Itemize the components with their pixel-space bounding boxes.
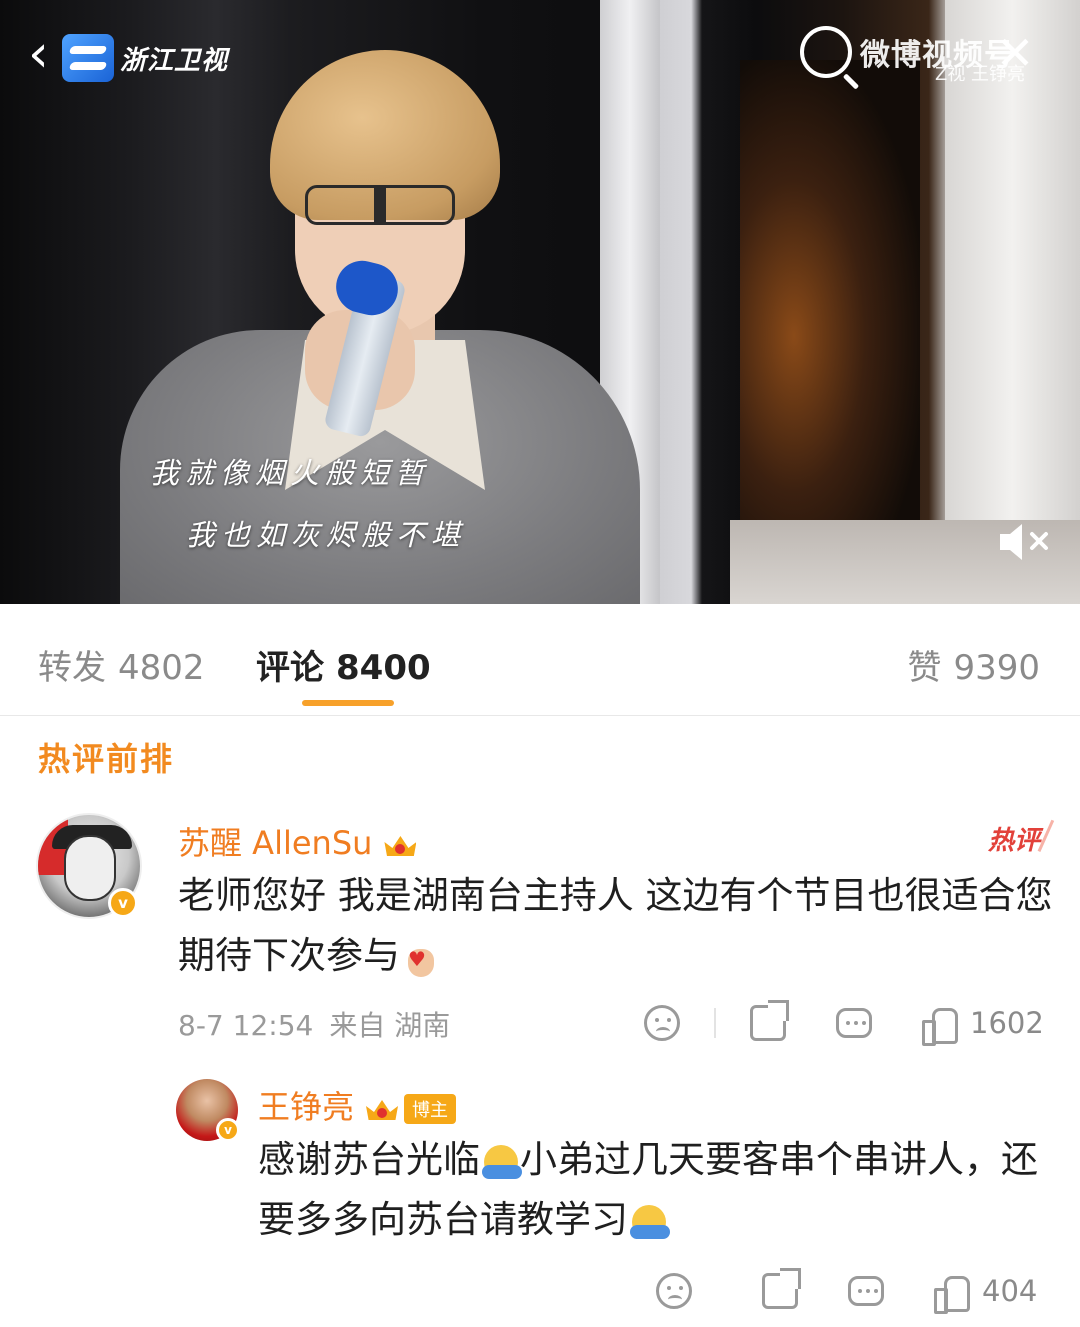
- crown-icon: [364, 1094, 400, 1124]
- comment-actions: 404: [652, 1266, 1050, 1316]
- channel-name: 浙江卫视: [120, 45, 229, 76]
- dislike-button[interactable]: [644, 998, 680, 1048]
- share-button[interactable]: [750, 998, 789, 1048]
- tab-repost[interactable]: 转发 4802: [38, 640, 205, 689]
- reply-button[interactable]: [848, 1266, 884, 1316]
- active-tab-indicator: [302, 700, 394, 706]
- like-count: 1602: [970, 1006, 1044, 1040]
- channel-logo: 浙江卫视: [62, 32, 228, 84]
- comment-text: 感谢苏台光临 小弟过几天要客串个串讲人，还要多多向苏台请教学习: [258, 1138, 1038, 1241]
- hot-comment-tag: 热评: [988, 820, 1040, 857]
- video-player[interactable]: ‹ 浙江卫视 微博视频号 Z视 王铮亮 ✕ 我就像烟火般短暂 我也如灰烬般不堪: [0, 0, 1080, 604]
- verified-badge-icon: v: [216, 1118, 240, 1142]
- share-icon: [762, 1268, 801, 1309]
- verified-badge-icon: v: [108, 888, 138, 918]
- zhejiang-tv-logo-icon: [62, 34, 114, 82]
- speaker-mute-icon[interactable]: [996, 520, 1056, 564]
- like-button[interactable]: 404: [934, 1266, 1037, 1316]
- subtitle-line: 我也如灰烬般不堪: [186, 518, 467, 552]
- crown-icon: [382, 830, 418, 860]
- close-icon[interactable]: ✕: [990, 30, 1040, 80]
- reply-button[interactable]: [836, 998, 872, 1048]
- section-title: 热评前排: [38, 740, 175, 778]
- stage-window: [740, 60, 920, 520]
- video-top-bar: ‹ 浙江卫视 微博视频号 Z视 王铮亮 ✕: [0, 0, 1080, 110]
- comment-username[interactable]: 王铮亮 博主: [258, 1082, 457, 1128]
- hug-emoji-icon: [630, 1203, 670, 1241]
- like-count: 404: [982, 1274, 1038, 1308]
- comment-actions: 1602: [640, 998, 1050, 1048]
- heart-hand-emoji-icon: [402, 929, 438, 989]
- thumbs-up-icon: [934, 1274, 970, 1314]
- comment-text: 老师您好 我是湖南台主持人 这边有个节目也很适合您 期待下次参与: [178, 866, 1058, 989]
- sad-face-icon: [644, 1005, 680, 1041]
- comment-username[interactable]: 苏醒 AllenSu: [178, 818, 418, 864]
- share-icon: [750, 1000, 789, 1041]
- tab-comments[interactable]: 评论 8400: [256, 640, 431, 689]
- comment-meta: 8-7 12:54 来自 湖南: [178, 1004, 450, 1044]
- like-button[interactable]: 1602: [922, 998, 1044, 1048]
- author-badge: 博主: [404, 1094, 457, 1124]
- comment-time: 8-7 12:54: [178, 1009, 314, 1042]
- weibo-logo-icon: [800, 26, 852, 78]
- share-button[interactable]: [762, 1266, 801, 1316]
- comment-bubble-icon: [836, 1008, 872, 1038]
- engagement-tabs: 转发 4802 评论 8400 赞 9390: [0, 604, 1080, 716]
- dislike-button[interactable]: [656, 1266, 692, 1316]
- hug-emoji-icon: [482, 1143, 522, 1181]
- video-subtitles: 我就像烟火般短暂 我也如灰烬般不堪: [150, 450, 466, 554]
- sad-face-icon: [656, 1273, 692, 1309]
- comment-bubble-icon: [848, 1276, 884, 1306]
- tab-likes[interactable]: 赞 9390: [907, 640, 1040, 689]
- subtitle-line: 我就像烟火般短暂: [150, 456, 431, 490]
- divider: [714, 1008, 716, 1038]
- thumbs-up-icon: [922, 1006, 958, 1046]
- comment-location: 来自 湖南: [329, 1009, 451, 1042]
